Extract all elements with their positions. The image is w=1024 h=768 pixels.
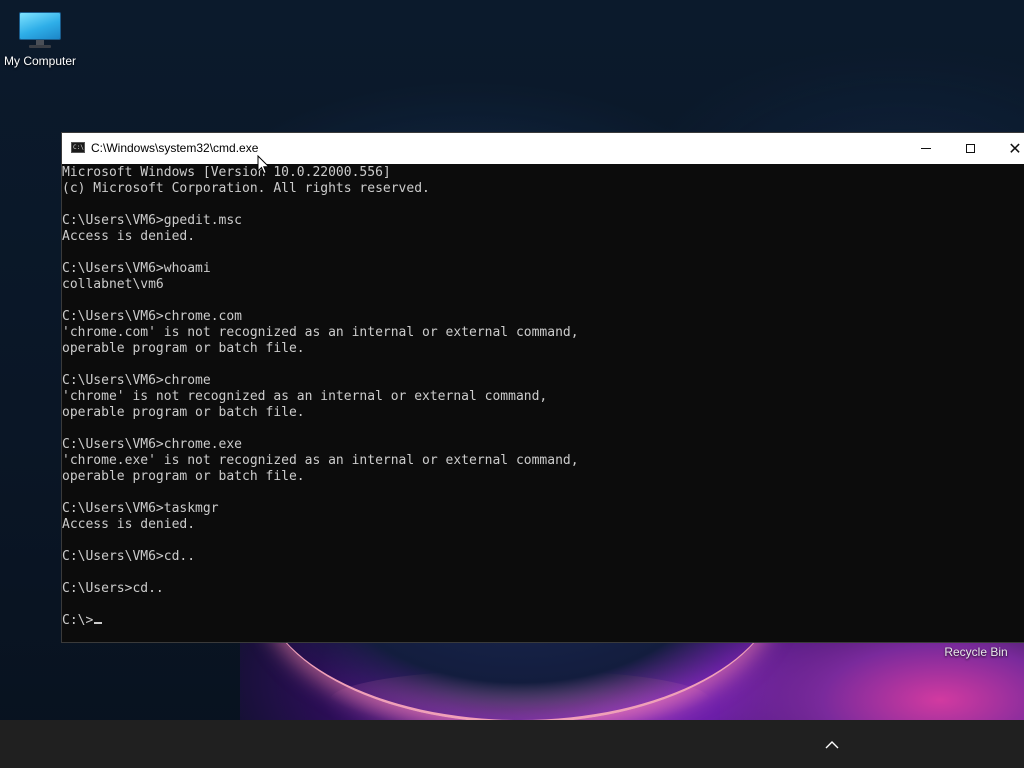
console-line: Access is denied.: [62, 229, 196, 244]
console-line: C:\Users\VM6>chrome.com: [62, 309, 243, 324]
show-hidden-icons-button[interactable]: [818, 732, 846, 756]
console-line: C:\Users\VM6>chrome: [62, 373, 211, 388]
console-line: C:\Users\VM6>whoami: [62, 261, 211, 276]
close-button[interactable]: ✕: [992, 133, 1024, 164]
close-icon: ✕: [1008, 138, 1022, 158]
cmd-icon: C:\: [71, 142, 85, 153]
minimize-button[interactable]: [903, 133, 949, 164]
taskbar: [0, 720, 1024, 768]
console-line: Microsoft Windows [Version 10.0.22000.55…: [62, 165, 391, 180]
console-prompt-line: C:\>: [62, 613, 1023, 629]
cmd-window[interactable]: C:\ C:\Windows\system32\cmd.exe ✕ Micros…: [61, 132, 1024, 643]
console-line: 'chrome' is not recognized as an interna…: [62, 389, 548, 404]
window-title: C:\Windows\system32\cmd.exe: [91, 141, 259, 155]
console-line: operable program or batch file.: [62, 405, 305, 420]
console-line: C:\Users>cd..: [62, 581, 164, 596]
console-line: operable program or batch file.: [62, 469, 305, 484]
console-prompt: C:\>: [62, 613, 94, 628]
console-line: (c) Microsoft Corporation. All rights re…: [62, 181, 430, 196]
desktop-icon-recycle-bin[interactable]: Recycle Bin: [934, 645, 1018, 659]
text-cursor: [94, 622, 103, 624]
monitor-icon: [19, 12, 61, 48]
desktop-icon-label: My Computer: [3, 54, 77, 68]
maximize-button[interactable]: [947, 133, 993, 164]
console-line: Access is denied.: [62, 517, 196, 532]
console-line: 'chrome.exe' is not recognized as an int…: [62, 453, 579, 468]
console-line: collabnet\vm6: [62, 277, 164, 292]
desktop-icon-my-computer[interactable]: My Computer: [0, 8, 82, 68]
console-line: C:\Users\VM6>taskmgr: [62, 501, 219, 516]
chevron-up-icon: [825, 740, 839, 748]
console-line: C:\Users\VM6>cd..: [62, 549, 196, 564]
console-line: C:\Users\VM6>chrome.exe: [62, 437, 243, 452]
minimize-icon: [921, 148, 931, 149]
console-line: 'chrome.com' is not recognized as an int…: [62, 325, 579, 340]
console-line: operable program or batch file.: [62, 341, 305, 356]
maximize-icon: [965, 144, 975, 153]
window-titlebar[interactable]: C:\ C:\Windows\system32\cmd.exe ✕: [62, 133, 1024, 164]
console-output[interactable]: Microsoft Windows [Version 10.0.22000.55…: [62, 164, 1023, 642]
desktop-icon-label: Recycle Bin: [944, 645, 1008, 659]
mouse-pointer-icon: [257, 155, 271, 175]
console-line: C:\Users\VM6>gpedit.msc: [62, 213, 243, 228]
